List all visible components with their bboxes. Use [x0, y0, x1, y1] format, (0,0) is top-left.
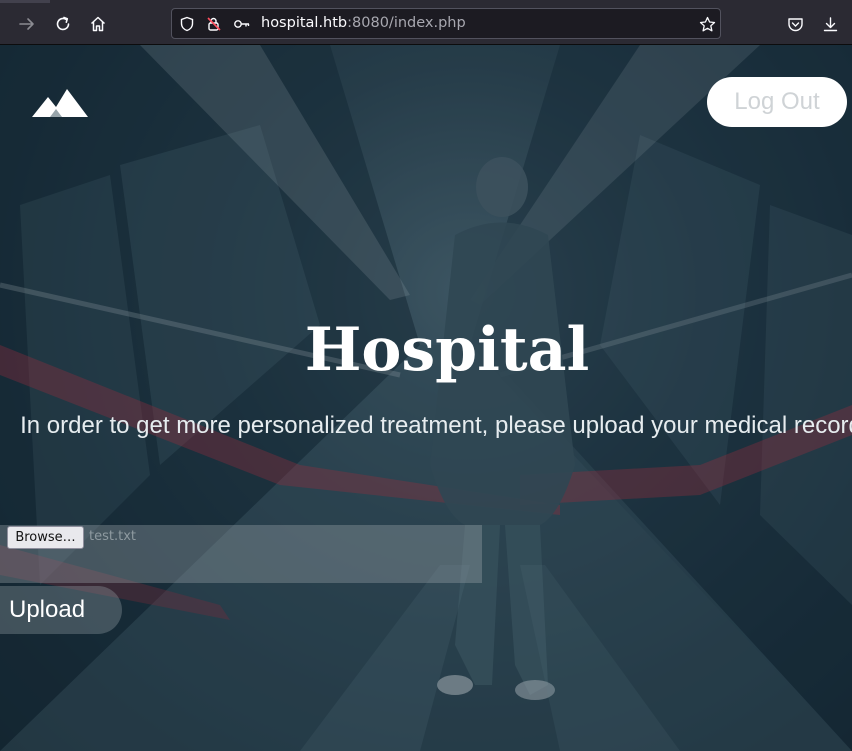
page-subtitle: In order to get more personalized treatm…: [20, 412, 852, 439]
page-title: Hospital: [304, 315, 590, 385]
reload-icon[interactable]: [52, 13, 74, 35]
forward-arrow-icon[interactable]: [16, 13, 38, 35]
page-content: Log Out Hospital In order to get more pe…: [0, 45, 852, 751]
mountain-logo-icon[interactable]: [32, 87, 88, 119]
download-icon[interactable]: [819, 13, 841, 35]
logout-button[interactable]: Log Out: [707, 77, 847, 127]
browser-toolbar: hospital.htb:8080/index.php: [0, 0, 852, 45]
url-path: :8080/index.php: [347, 15, 466, 31]
upload-button[interactable]: Upload: [0, 586, 122, 634]
background-overlay: [0, 45, 852, 751]
tab-strip-remnant: [0, 0, 50, 3]
shield-icon[interactable]: [178, 15, 196, 33]
home-icon[interactable]: [87, 13, 109, 35]
lock-warning-icon[interactable]: [205, 15, 223, 33]
pocket-icon[interactable]: [784, 13, 806, 35]
selected-file-name: test.txt: [89, 529, 136, 544]
url-text[interactable]: hospital.htb:8080/index.php: [261, 15, 466, 31]
url-host: hospital.htb: [261, 15, 348, 31]
key-icon[interactable]: [233, 15, 251, 33]
url-bar[interactable]: hospital.htb:8080/index.php: [171, 8, 721, 39]
star-icon[interactable]: [698, 15, 716, 33]
browse-button[interactable]: Browse…: [7, 526, 84, 549]
